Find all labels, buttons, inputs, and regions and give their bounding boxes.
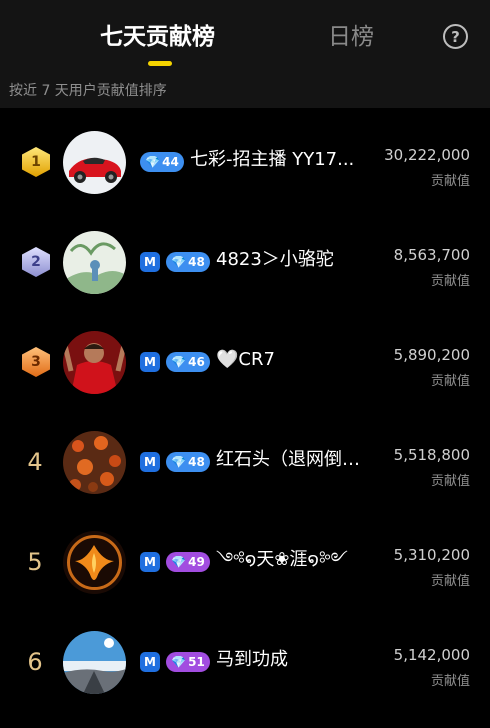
contribution-value: 5,310,200 [393, 546, 470, 564]
tab-weekly-contribution[interactable]: 七天贡献榜 [100, 22, 215, 52]
rank-2-badge-icon: 2 [22, 247, 50, 277]
contribution-value: 8,563,700 [393, 246, 470, 264]
contribution-value: 5,142,000 [393, 646, 470, 664]
active-tab-indicator [148, 61, 172, 66]
user-name: 马到功成 [216, 649, 288, 670]
level-badge: 💎 46 [166, 352, 210, 372]
contribution-value: 5,890,200 [393, 346, 470, 364]
avatar[interactable] [63, 131, 126, 194]
level-badge: 💎 48 [166, 252, 210, 272]
rank-3-badge-icon: 3 [22, 347, 50, 377]
rank-1-badge-icon: 1 [22, 147, 50, 177]
user-name: 🤍CR7 [216, 349, 275, 370]
list-item[interactable]: 6 M 💎 51 马到功成 5,142,000 贡献值 [0, 628, 490, 728]
m-badge-icon: M [140, 652, 160, 672]
avatar[interactable] [63, 331, 126, 394]
avatar[interactable] [63, 431, 126, 494]
user-name: ༺໑天❀涯໑༻ [216, 549, 348, 570]
diamond-icon: 💎 [171, 355, 187, 369]
rank-number: 4 [27, 448, 43, 476]
level-badge: 💎 49 [166, 552, 210, 572]
contribution-label: 贡献值 [430, 374, 470, 389]
level-number: 49 [188, 555, 205, 569]
level-badge: 💎 44 [140, 152, 184, 172]
user-name: 红石头（退网倒… [216, 449, 360, 470]
contribution-label: 贡献值 [430, 674, 470, 689]
level-number: 51 [188, 655, 205, 669]
rank-number: 5 [27, 548, 43, 576]
contribution-label: 贡献值 [430, 174, 470, 189]
contribution-label: 贡献值 [430, 474, 470, 489]
list-item[interactable]: 5 M 💎 49 ༺໑天❀涯໑༻ 5,310,200 贡献值 [0, 528, 490, 628]
contribution-label: 贡献值 [430, 574, 470, 589]
diamond-icon: 💎 [171, 555, 187, 569]
level-badge: 💎 48 [166, 452, 210, 472]
diamond-icon: 💎 [171, 455, 187, 469]
m-badge-icon: M [140, 452, 160, 472]
list-item[interactable]: 4 M 💎 48 红石头（退网倒… 5,518,800 贡献值 [0, 428, 490, 528]
m-badge-icon: M [140, 352, 160, 372]
diamond-icon: 💎 [171, 255, 187, 269]
contribution-value: 30,222,000 [384, 146, 470, 164]
m-badge-icon: M [140, 252, 160, 272]
level-number: 44 [162, 155, 179, 169]
top-bar: 七天贡献榜 日榜 ? 按近 7 天用户贡献值排序 [0, 0, 490, 108]
diamond-icon: 💎 [171, 655, 187, 669]
avatar[interactable] [63, 231, 126, 294]
contribution-value: 5,518,800 [393, 446, 470, 464]
level-number: 46 [188, 355, 205, 369]
diamond-icon: 💎 [145, 155, 161, 169]
user-name: 七彩-招主播 YY17... [190, 149, 355, 170]
level-number: 48 [188, 255, 205, 269]
rank-number: 6 [27, 648, 43, 676]
tab-daily[interactable]: 日榜 [328, 22, 374, 52]
level-number: 48 [188, 455, 205, 469]
ranking-description: 按近 7 天用户贡献值排序 [9, 83, 167, 99]
help-icon[interactable]: ? [443, 24, 468, 49]
avatar[interactable] [63, 531, 126, 594]
m-badge-icon: M [140, 552, 160, 572]
level-badge: 💎 51 [166, 652, 210, 672]
avatar[interactable] [63, 631, 126, 694]
user-name: 4823＞小骆驼 [216, 249, 334, 270]
contribution-label: 贡献值 [430, 274, 470, 289]
list-item[interactable]: 2 M 💎 48 4823＞小骆驼 8,563,700 贡献值 [0, 228, 490, 328]
list-item[interactable]: 1 💎 44 七彩-招主播 YY17... 30,222,000 贡献值 [0, 128, 490, 228]
list-item[interactable]: 3 M 💎 46 🤍CR7 5,890,200 贡献值 [0, 328, 490, 428]
